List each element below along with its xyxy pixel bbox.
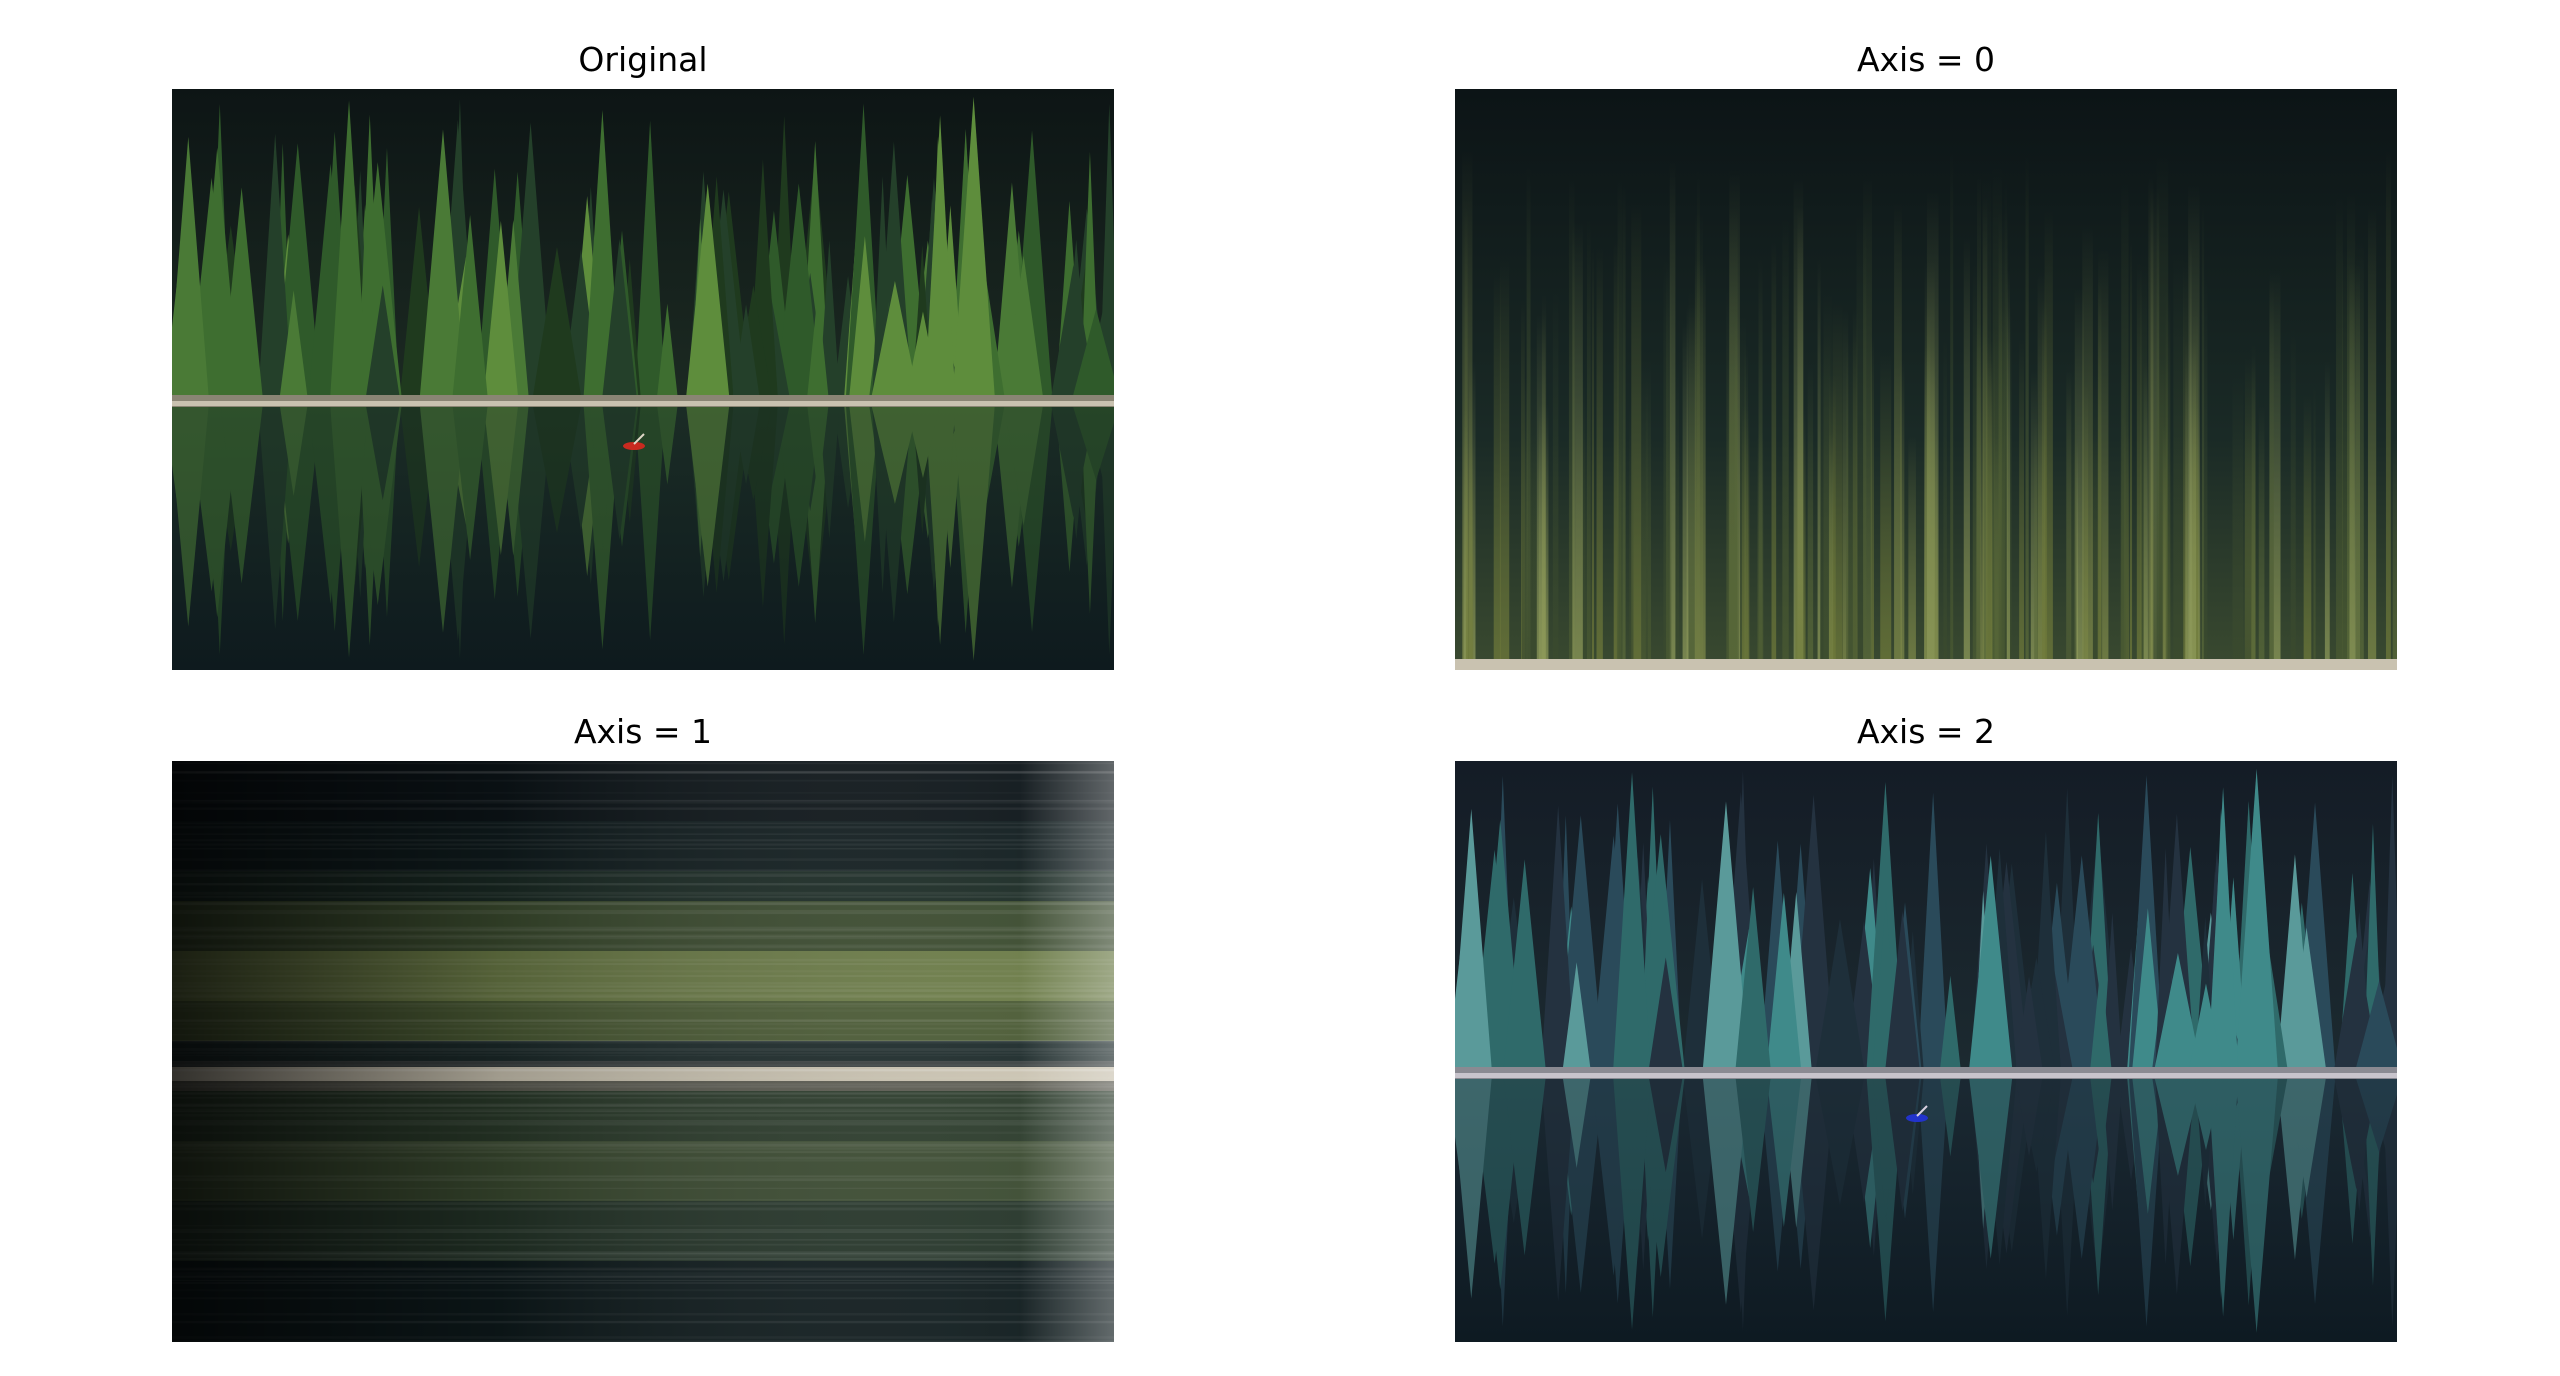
image-axis-0 <box>1455 89 2397 670</box>
panel-title-axis-1: Axis = 1 <box>573 712 713 751</box>
image-original <box>172 89 1114 670</box>
panel-title-axis-0: Axis = 0 <box>1856 40 1996 79</box>
panel-title-original: Original <box>578 40 708 79</box>
image-axis-1 <box>172 761 1114 1342</box>
image-axis-2 <box>1455 761 2397 1342</box>
panel-title-axis-2: Axis = 2 <box>1856 712 1996 751</box>
